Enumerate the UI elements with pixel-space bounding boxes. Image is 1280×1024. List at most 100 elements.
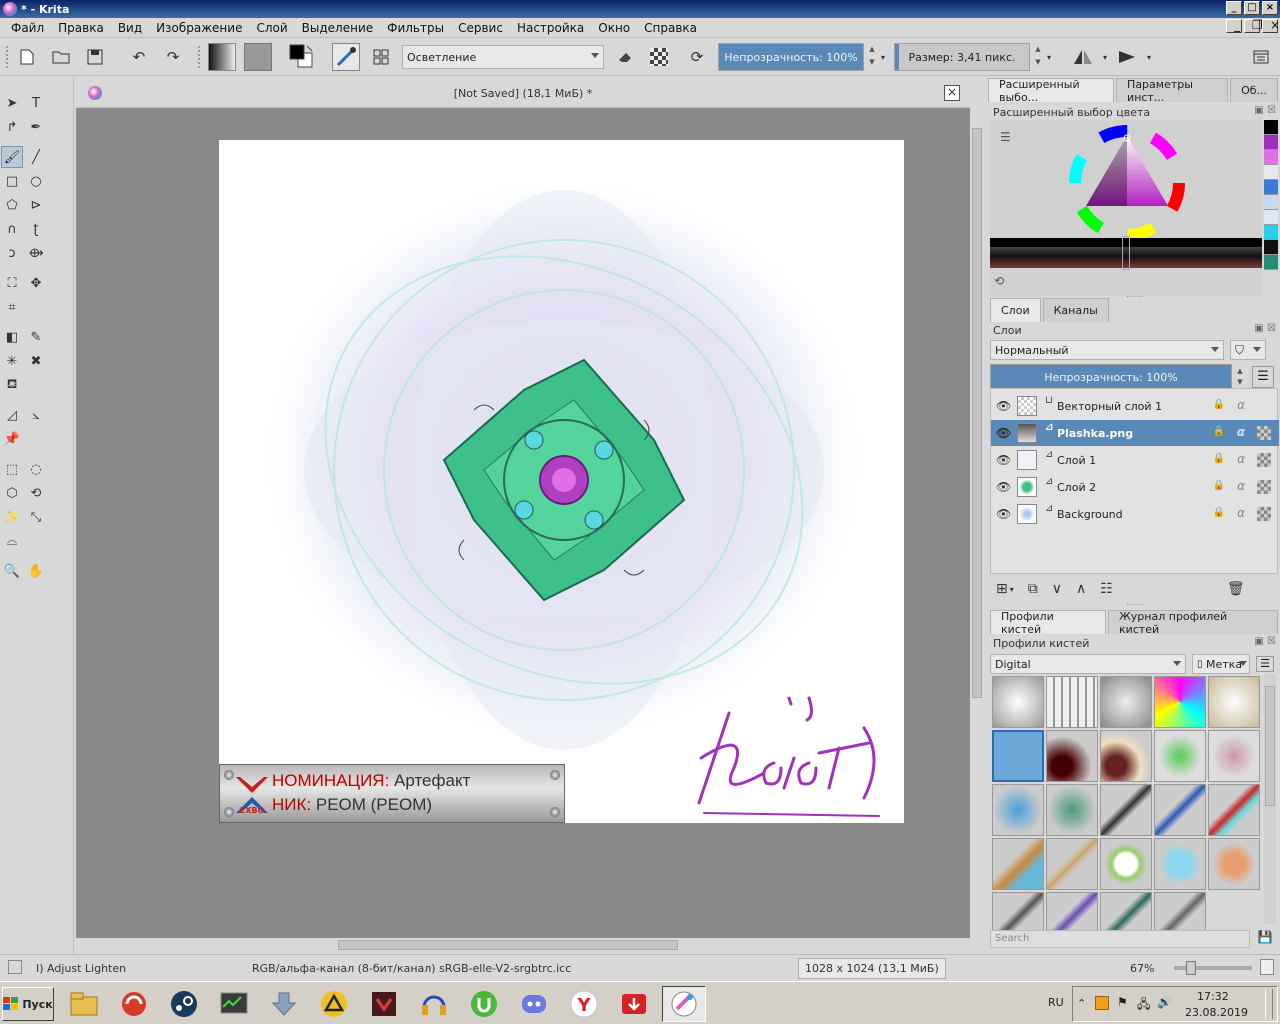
menu-filter[interactable]: Фильтры (380, 21, 451, 35)
preserve-alpha-icon[interactable] (650, 48, 668, 66)
grid-settings-icon[interactable] (370, 46, 392, 68)
rect-selection-tool-icon[interactable]: ⬚ (1, 458, 23, 480)
measure-tool-icon[interactable]: ⦣ (25, 404, 47, 426)
layers-float-close-icon[interactable]: ▣ ☒ (1254, 323, 1276, 334)
brush-preset-tile[interactable] (1154, 838, 1206, 890)
bezier-tool-icon[interactable]: ∩ (1, 218, 23, 240)
palette-swatch[interactable] (1264, 165, 1278, 180)
move-layer-down-icon[interactable]: ∨ (1052, 581, 1062, 597)
tray-volume-icon[interactable]: 🔊 (1157, 995, 1172, 1009)
menu-window[interactable]: Окно (591, 21, 637, 35)
palette-swatch[interactable] (1264, 225, 1278, 240)
fill-tool-icon[interactable]: ⛾ (1, 374, 23, 396)
brush-preset-tile[interactable] (1154, 784, 1206, 836)
menu-layer[interactable]: Слой (249, 21, 294, 35)
brush-preset-tile[interactable] (1208, 676, 1260, 728)
move-tool-icon[interactable]: ✥ (25, 272, 47, 294)
brush-search-input[interactable]: Search (990, 930, 1250, 948)
start-button[interactable]: Пуск (2, 987, 54, 1021)
brush-view-options-icon[interactable]: ☰ (1256, 656, 1274, 672)
delete-layer-icon[interactable]: 🗑 (1227, 581, 1245, 597)
brush-preset-tile[interactable] (1154, 730, 1206, 782)
ccleaner-taskbar-icon[interactable] (112, 986, 156, 1022)
language-indicator[interactable]: RU (1048, 996, 1064, 1009)
splitter-handle[interactable]: ...... (1126, 598, 1143, 608)
brush-preset-tile[interactable] (1100, 838, 1152, 890)
tab-overview[interactable]: Об... (1230, 78, 1278, 102)
add-layer-menu-icon[interactable]: ▾ (1010, 585, 1014, 594)
vertical-scrollbar[interactable] (970, 108, 984, 938)
tab-advanced-color-selector[interactable]: Расширенный выбо... (988, 78, 1115, 104)
dynamic-brush-tool-icon[interactable]: ↄ (1, 242, 23, 264)
discord-taskbar-icon[interactable] (512, 986, 556, 1022)
toolbar-grip[interactable] (6, 46, 10, 68)
lock-icon[interactable]: 🔒 (1213, 399, 1225, 410)
game-launcher-taskbar-icon[interactable] (312, 986, 356, 1022)
freehand-selection-tool-icon[interactable]: ⟲ (25, 482, 47, 504)
brush-preset-tile[interactable] (992, 838, 1044, 890)
workspace-icon[interactable] (1250, 46, 1272, 68)
horizontal-scrollbar[interactable] (76, 938, 970, 952)
horizontal-scroll-thumb[interactable] (338, 940, 678, 950)
doc-close-button[interactable]: × (1262, 19, 1280, 33)
visibility-eye-icon[interactable]: 👁 (996, 480, 1011, 494)
view-mode-icon[interactable] (1260, 959, 1274, 975)
document-canvas[interactable]: EXBO НОМИНАЦИЯ: Артефакт НИК: РЕОМ (PEOM… (219, 140, 904, 823)
brush-preset-icon[interactable] (332, 43, 360, 71)
mirror-v-menu-icon[interactable]: ▾ (1144, 46, 1154, 68)
tab-brush-history[interactable]: Журнал профилей кистей (1107, 610, 1278, 636)
inherit-alpha-icon[interactable] (1257, 480, 1271, 494)
explorer-taskbar-icon[interactable] (62, 986, 106, 1022)
status-colorspace[interactable]: RGB/альфа-канал (8-бит/канал) sRGB-elle-… (252, 962, 571, 975)
brush-tag-select[interactable]: Digital (990, 654, 1186, 674)
palette-swatch[interactable] (1264, 210, 1278, 225)
fg-bg-color-icon[interactable] (288, 43, 316, 71)
layer-opacity-spinner[interactable]: ▲ ▼ (1234, 366, 1246, 390)
tray-expand-icon[interactable]: ⌃ (1077, 997, 1086, 1010)
duplicate-layer-icon[interactable]: ⧉ (1028, 581, 1038, 597)
palette-swatch[interactable] (1264, 135, 1278, 150)
utorrent-taskbar-icon[interactable] (462, 986, 506, 1022)
brush-preset-tile[interactable] (1100, 784, 1152, 836)
brush-preset-tile[interactable] (1046, 784, 1098, 836)
brush-preset-tile[interactable] (1100, 676, 1152, 728)
alpha-lock-icon[interactable]: α (1237, 398, 1245, 412)
opacity-slider[interactable]: Непрозрачность: 100% (718, 43, 864, 71)
brush-float-close-icon[interactable]: ▣ ☒ (1254, 636, 1276, 647)
brush-preset-tile[interactable] (1046, 676, 1098, 728)
select-shapes-tool-icon[interactable]: ➤ (1, 92, 23, 114)
brush-grid-scrollbar[interactable] (1264, 674, 1276, 924)
gradient-picker-icon[interactable] (208, 43, 236, 71)
downloader-taskbar-icon[interactable] (612, 986, 656, 1022)
ellipse-selection-tool-icon[interactable]: ◌ (25, 458, 47, 480)
layer-row[interactable]: 👁 ⊔ Векторный слой 1 🔒 α (991, 393, 1279, 419)
doc-restore-button[interactable]: ❐ (1244, 19, 1263, 33)
color-history-strip[interactable] (1264, 120, 1278, 288)
move-layer-up-icon[interactable]: ∧ (1076, 581, 1086, 597)
brush-preset-tile[interactable] (992, 784, 1044, 836)
menu-image[interactable]: Изображение (149, 21, 249, 35)
brush-preset-tile[interactable] (1046, 730, 1098, 782)
eraser-mode-icon[interactable] (614, 46, 636, 68)
close-window-button[interactable]: × (1262, 1, 1278, 15)
visibility-eye-icon[interactable]: 👁 (996, 507, 1011, 521)
tray-flag-icon[interactable]: ⚑ (1117, 995, 1128, 1009)
reload-preset-icon[interactable]: ⟳ (686, 46, 708, 68)
alpha-lock-icon[interactable]: α (1237, 425, 1245, 439)
show-desktop-button[interactable] (1265, 989, 1273, 1019)
layer-filter-button[interactable]: ⛉ (1230, 340, 1266, 360)
lock-icon[interactable]: 🔒 (1213, 453, 1225, 464)
gradient-tool-icon[interactable]: ◧ (1, 326, 23, 348)
alpha-lock-icon[interactable]: α (1237, 506, 1245, 520)
brush-preset-tile[interactable] (1046, 838, 1098, 890)
text-tool-icon[interactable]: T (25, 92, 47, 114)
palette-swatch[interactable] (1264, 180, 1278, 195)
visibility-eye-icon[interactable]: 👁 (996, 453, 1011, 467)
polyline-tool-icon[interactable]: ⊳ (25, 194, 47, 216)
document-tab[interactable]: [Not Saved] (18,1 МиБ) * × (76, 80, 970, 108)
menu-view[interactable]: Вид (111, 21, 149, 35)
save-icon[interactable] (84, 46, 106, 68)
opacity-spinner[interactable]: ▲ ▼ (866, 43, 878, 71)
brush-preset-tile[interactable] (1208, 730, 1260, 782)
layer-blend-select[interactable]: Нормальный (990, 340, 1224, 360)
